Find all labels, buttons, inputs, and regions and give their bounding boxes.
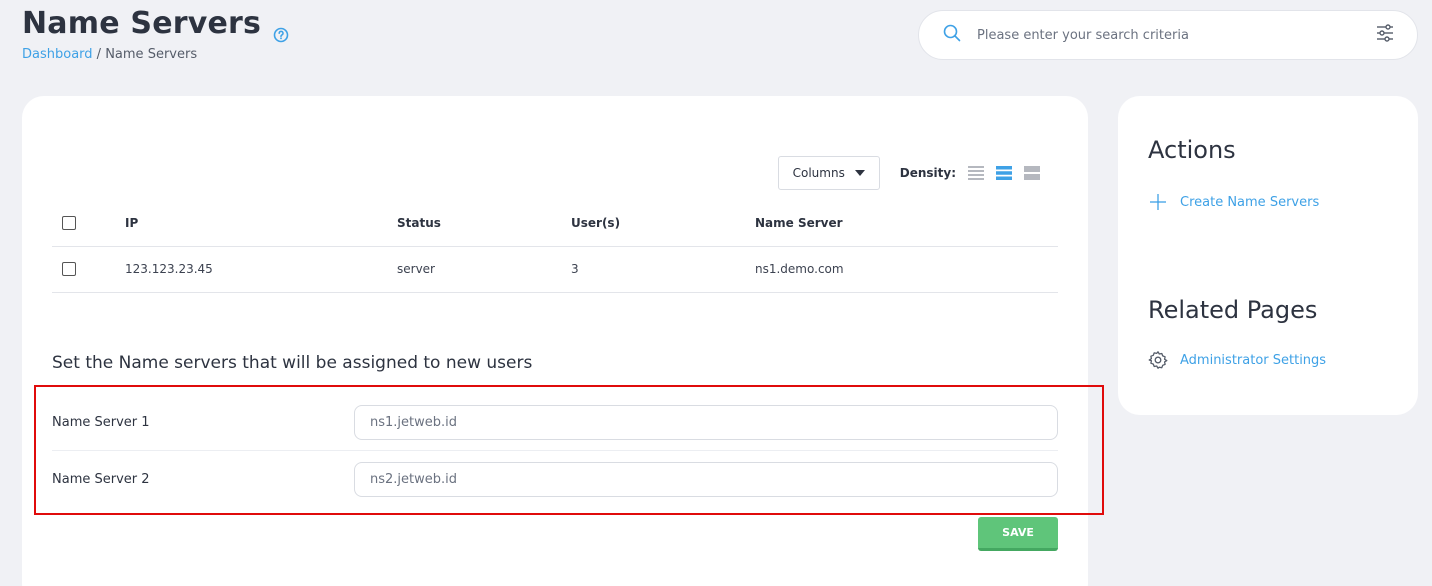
nameservers-heading: Set the Name servers that will be assign…: [52, 353, 533, 373]
density-standard-icon[interactable]: [996, 165, 1012, 181]
page-title: Name Servers: [22, 6, 289, 42]
columns-label: Columns: [792, 166, 845, 180]
table-toolbar: Columns Density:: [777, 156, 1040, 190]
row-select-cell: [52, 246, 125, 293]
name-server-1-label: Name Server 1: [52, 415, 150, 430]
column-header-ip[interactable]: IP: [125, 200, 397, 247]
column-header-users[interactable]: User(s): [571, 200, 755, 247]
search-icon[interactable]: [943, 24, 961, 46]
plus-icon: [1148, 192, 1168, 212]
create-name-servers-label: Create Name Servers: [1180, 194, 1320, 210]
gear-icon: [1148, 350, 1168, 370]
name-server-2-label: Name Server 2: [52, 471, 150, 487]
density-label: Density:: [899, 166, 956, 180]
columns-button[interactable]: Columns: [777, 156, 880, 190]
administrator-settings-label: Administrator Settings: [1180, 352, 1327, 368]
name-server-2-row: Name Server 2: [52, 451, 1058, 507]
help-icon[interactable]: [273, 16, 289, 42]
create-name-servers-link[interactable]: Create Name Servers: [1148, 192, 1319, 212]
select-all-cell: [52, 200, 125, 247]
sidebar-panel: Actions Create Name Servers Related Page…: [1118, 96, 1418, 415]
name-server-1-input[interactable]: [354, 405, 1058, 440]
row-checkbox[interactable]: [62, 262, 76, 277]
search-box: [918, 10, 1418, 60]
column-header-status[interactable]: Status: [397, 200, 571, 247]
select-all-checkbox[interactable]: [62, 216, 76, 230]
cell-status: server: [397, 246, 571, 293]
breadcrumb-dashboard-link[interactable]: Dashboard: [22, 47, 93, 62]
cell-ip: 123.123.23.45: [125, 246, 397, 293]
actions-heading: Actions: [1148, 136, 1236, 164]
name-servers-panel: Columns Density: IP Status User(s) Name …: [22, 96, 1088, 586]
save-button[interactable]: SAVE: [978, 517, 1058, 551]
related-pages-heading: Related Pages: [1148, 296, 1318, 324]
search-input[interactable]: [977, 27, 1375, 43]
breadcrumb-separator: /: [96, 47, 102, 62]
density-comfortable-icon[interactable]: [1024, 165, 1040, 181]
caret-down-icon: [854, 170, 865, 176]
administrator-settings-link[interactable]: Administrator Settings: [1148, 350, 1326, 370]
cell-users: 3: [571, 246, 755, 293]
cell-name-server: ns1.demo.com: [755, 246, 1058, 293]
name-server-2-input[interactable]: [354, 461, 1058, 497]
table-row[interactable]: 123.123.23.45 server 3 ns1.demo.com: [52, 246, 1058, 293]
name-servers-table: IP Status User(s) Name Server 123.123.23…: [52, 200, 1058, 293]
name-server-1-row: Name Server 1: [52, 395, 1058, 451]
column-header-name-server[interactable]: Name Server: [755, 200, 1058, 247]
filter-settings-icon[interactable]: [1375, 23, 1395, 47]
breadcrumb-current: Name Servers: [105, 47, 198, 62]
table-header-row: IP Status User(s) Name Server: [52, 200, 1058, 247]
density-compact-icon[interactable]: [968, 165, 984, 181]
page-title-text: Name Servers: [22, 6, 262, 41]
breadcrumb: Dashboard / Name Servers: [22, 47, 197, 62]
